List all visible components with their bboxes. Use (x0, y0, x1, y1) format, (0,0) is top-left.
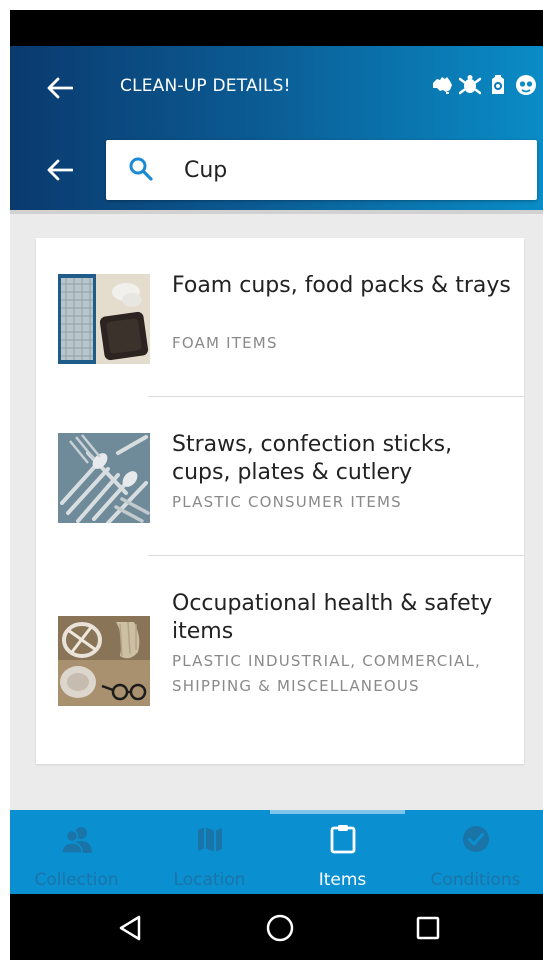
list-item[interactable]: Straws, confection sticks, cups, plates … (36, 397, 524, 555)
back-button[interactable] (40, 68, 80, 108)
item-category: PLASTIC CONSUMER ITEMS (172, 493, 402, 511)
tab-label: Collection (34, 870, 119, 890)
australia-map-icon (431, 74, 453, 96)
bottom-nav: Collection Location Items Conditions (10, 810, 543, 894)
system-back-button[interactable] (110, 910, 150, 946)
tab-label: Conditions (430, 870, 521, 890)
item-title: Foam cups, food packs & trays (172, 273, 511, 298)
face-icon (515, 74, 537, 96)
check-circle-icon (460, 824, 492, 854)
plastic-cutlery-photo (58, 433, 150, 523)
status-bar (10, 10, 543, 46)
header-logo-icons (431, 74, 537, 96)
square-recents-icon (416, 916, 440, 940)
tab-conditions[interactable]: Conditions (409, 810, 542, 894)
search-icon (129, 157, 153, 181)
safety-items-photo (58, 616, 150, 706)
arrow-left-icon (47, 77, 73, 99)
active-tab-indicator (270, 810, 405, 814)
clipboard-icon (327, 824, 359, 854)
item-title: Straws, confection sticks, cups, plates … (172, 432, 453, 485)
page-title: CLEAN-UP DETAILS! (120, 76, 291, 96)
system-home-button[interactable] (260, 910, 300, 946)
list-item[interactable]: Occupational health & safety items PLAST… (36, 556, 524, 764)
app-header: CLEAN-UP DETAILS! (10, 46, 543, 214)
item-category: PLASTIC INDUSTRIAL, COMMERCIAL, SHIPPING… (172, 652, 482, 695)
search-input[interactable] (184, 153, 514, 187)
tab-collection[interactable]: Collection (10, 810, 143, 894)
map-icon (194, 824, 226, 854)
foam-cups-photo (58, 274, 150, 364)
triangle-back-icon (119, 915, 141, 941)
turtle-icon (459, 74, 481, 96)
tab-items[interactable]: Items (276, 810, 409, 894)
tab-label: Items (318, 870, 367, 890)
tab-location[interactable]: Location (143, 810, 276, 894)
results-area: Foam cups, food packs & trays FOAM ITEMS… (10, 214, 543, 810)
circle-home-icon (266, 914, 294, 942)
lantern-icon (487, 74, 509, 96)
system-recents-button[interactable] (408, 910, 448, 946)
search-bar[interactable] (106, 140, 537, 200)
item-title: Occupational health & safety items (172, 591, 493, 644)
arrow-left-icon (47, 159, 73, 181)
system-nav-bar (10, 894, 543, 960)
list-item[interactable]: Foam cups, food packs & trays FOAM ITEMS (36, 238, 524, 396)
item-category: FOAM ITEMS (172, 334, 278, 352)
results-card: Foam cups, food packs & trays FOAM ITEMS… (36, 238, 524, 764)
tab-label: Location (173, 870, 246, 890)
search-back-button[interactable] (40, 150, 80, 190)
people-icon (60, 824, 93, 854)
